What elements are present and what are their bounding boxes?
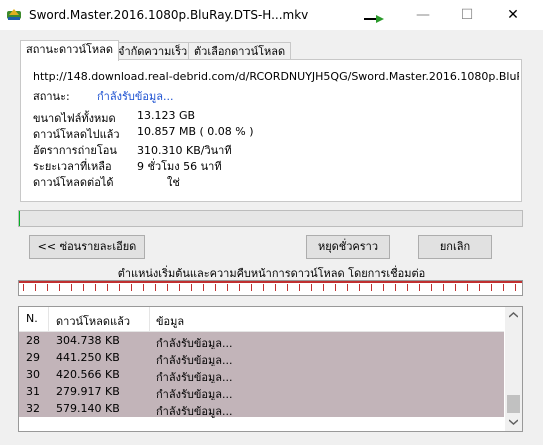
segment-marker	[443, 284, 444, 291]
segment-marker	[431, 284, 432, 291]
segment-marker	[167, 284, 168, 291]
hide-details-button[interactable]: << ซ่อนรายละเอียด	[29, 235, 145, 259]
download-arrow-icon	[364, 15, 384, 23]
row-number: 32	[26, 402, 40, 415]
resume-label: ดาวน์โหลดต่อได้	[33, 176, 114, 189]
download-progress-bar	[18, 210, 523, 227]
segment-marker	[59, 284, 60, 291]
segment-marker	[191, 284, 192, 291]
row-downloaded: 279.917 KB	[56, 385, 120, 398]
segment-marker	[47, 284, 48, 291]
segment-marker	[359, 284, 360, 291]
segment-marker	[371, 284, 372, 291]
column-number[interactable]: N.	[26, 312, 38, 325]
row-number: 30	[26, 368, 40, 381]
window-title: Sword.Master.2016.1080p.BluRay.DTS-H...m…	[29, 8, 309, 22]
tab-speed-limit[interactable]: จำกัดความเร็ว	[112, 42, 194, 60]
downloaded-value: 10.857 MB ( 0.08 % )	[137, 125, 254, 138]
downloaded-label: ดาวน์โหลดไปแล้ว	[33, 128, 120, 141]
connections-table: N. ดาวน์โหลดแล้ว ข้อมูล 28 304.738 KB กำลั…	[18, 306, 523, 432]
vertical-scrollbar[interactable]	[505, 307, 522, 431]
status-panel: http://148.download.real-debrid.com/d/RC…	[20, 59, 522, 202]
segment-marker	[179, 284, 180, 291]
connection-segments-bar	[18, 280, 523, 296]
maximize-button[interactable]: ☐	[444, 0, 490, 30]
column-info[interactable]: ข้อมูล	[156, 312, 184, 330]
segment-marker	[95, 284, 96, 291]
minimize-button[interactable]: —	[400, 0, 446, 30]
segment-marker	[323, 284, 324, 291]
segment-marker	[335, 284, 336, 291]
tab-download-status[interactable]: สถานะดาวน์โหลด	[20, 40, 120, 61]
segment-marker	[203, 284, 204, 291]
resume-row: ดาวน์โหลดต่อได้ ใช่	[33, 173, 180, 191]
resume-value: ใช่	[167, 176, 180, 189]
segment-marker	[395, 284, 396, 291]
title-bar[interactable]: Sword.Master.2016.1080p.BluRay.DTS-H...m…	[0, 0, 543, 30]
segment-marker	[407, 284, 408, 291]
remaining-label: ระยะเวลาที่เหลือ	[33, 160, 112, 173]
row-downloaded: 441.250 KB	[56, 351, 120, 364]
table-row[interactable]: 28 304.738 KB กำลังรับข้อมูล...	[19, 332, 504, 350]
segment-marker	[119, 284, 120, 291]
segment-marker	[455, 284, 456, 291]
segment-marker	[503, 284, 504, 291]
segment-marker	[23, 284, 24, 291]
segment-marker	[83, 284, 84, 291]
column-downloaded[interactable]: ดาวน์โหลดแล้ว	[56, 312, 130, 330]
segment-marker	[227, 284, 228, 291]
segment-marker	[287, 284, 288, 291]
segments-progress-line	[19, 281, 522, 283]
segment-marker	[311, 284, 312, 291]
segment-marker	[155, 284, 156, 291]
scrollbar-thumb[interactable]	[507, 395, 520, 413]
row-number: 31	[26, 385, 40, 398]
row-downloaded: 304.738 KB	[56, 334, 120, 347]
table-header: N. ดาวน์โหลดแล้ว ข้อมูล	[19, 307, 504, 332]
table-row[interactable]: 30 420.566 KB กำลังรับข้อมูล...	[19, 366, 504, 384]
segment-marker	[35, 284, 36, 291]
column-divider[interactable]	[48, 307, 49, 331]
segment-marker	[143, 284, 144, 291]
tab-download-options[interactable]: ตัวเลือกดาวน์โหลด	[188, 42, 292, 60]
scroll-up-arrow-icon[interactable]	[509, 312, 518, 318]
segment-marker	[275, 284, 276, 291]
total-size-value: 13.123 GB	[137, 109, 196, 122]
segment-marker	[215, 284, 216, 291]
total-size-label: ขนาดไฟล์ทั้งหมด	[33, 112, 116, 125]
segment-marker	[419, 284, 420, 291]
pause-button[interactable]: หยุดชั่วคราว	[306, 235, 390, 259]
status-value: กำลังรับข้อมูล...	[97, 90, 174, 103]
segment-marker	[515, 284, 516, 291]
rate-label: อัตราการถ่ายโอน	[33, 144, 117, 157]
status-row: สถานะ: กำลังรับข้อมูล...	[33, 87, 173, 105]
row-number: 29	[26, 351, 40, 364]
cancel-button[interactable]: ยกเลิก	[418, 235, 492, 259]
close-button[interactable]: ✕	[490, 0, 536, 30]
row-info: กำลังรับข้อมูล...	[156, 405, 233, 418]
table-row[interactable]: 29 441.250 KB กำลังรับข้อมูล...	[19, 349, 504, 367]
download-url: http://148.download.real-debrid.com/d/RC…	[33, 70, 519, 83]
segment-marker	[239, 284, 240, 291]
row-downloaded: 420.566 KB	[56, 368, 120, 381]
status-label: สถานะ:	[33, 90, 70, 103]
segment-marker	[251, 284, 252, 291]
idm-app-icon	[7, 9, 21, 20]
table-row[interactable]: 31 279.917 KB กำลังรับข้อมูล...	[19, 383, 504, 401]
row-downloaded: 579.140 KB	[56, 402, 120, 415]
segment-marker	[491, 284, 492, 291]
segment-marker	[467, 284, 468, 291]
segment-marker	[71, 284, 72, 291]
segment-marker	[479, 284, 480, 291]
segment-marker	[347, 284, 348, 291]
segment-marker	[383, 284, 384, 291]
table-row[interactable]: 32 579.140 KB กำลังรับข้อมูล...	[19, 400, 504, 418]
segment-marker	[263, 284, 264, 291]
column-divider[interactable]	[149, 307, 150, 331]
scroll-down-arrow-icon[interactable]	[509, 419, 518, 425]
segment-marker	[131, 284, 132, 291]
segment-marker	[299, 284, 300, 291]
segment-marker	[107, 284, 108, 291]
row-number: 28	[26, 334, 40, 347]
